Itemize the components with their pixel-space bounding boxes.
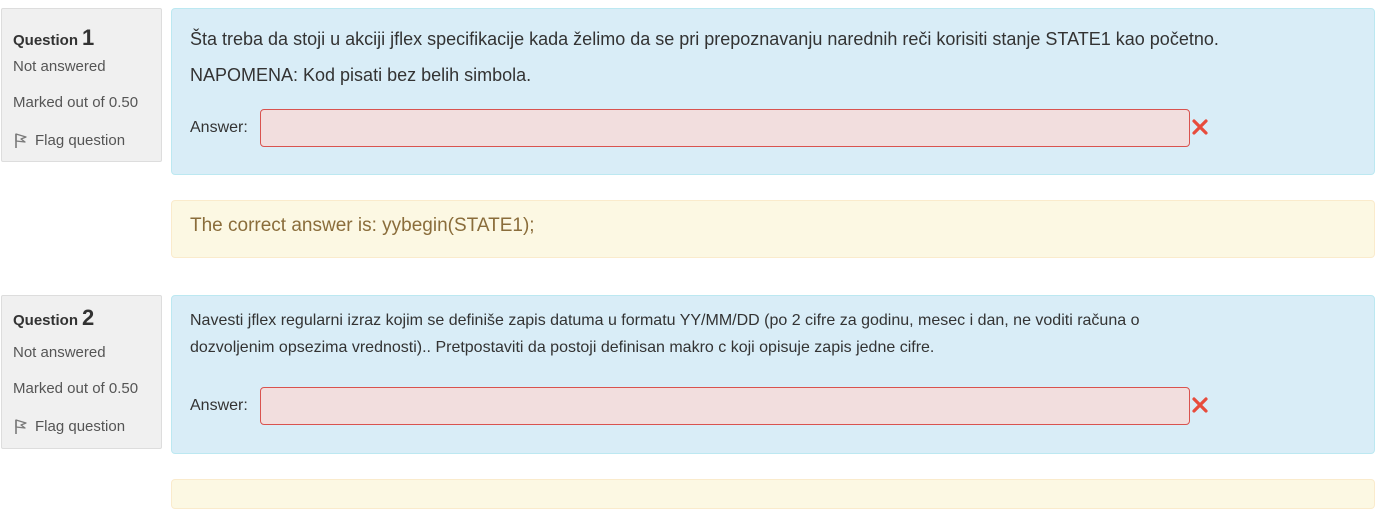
incorrect-x-icon <box>1192 119 1208 135</box>
flag-question-label: Flag question <box>35 417 126 435</box>
question-number: 1 <box>82 25 95 50</box>
question-grade: Marked out of 0.50 <box>13 380 139 397</box>
question-grade: Marked out of 0.50 <box>13 94 139 111</box>
flag-icon <box>15 419 27 434</box>
question-state: Not answered <box>13 344 106 361</box>
question-outcome-1: The correct answer is: yybegin(STATE1); <box>171 200 1375 258</box>
question-label-text: Question <box>13 32 79 49</box>
question-info-1: Question 1 Not answered Marked out of 0.5… <box>1 8 162 162</box>
incorrect-x-icon <box>1192 397 1208 413</box>
question-number: 2 <box>82 305 95 330</box>
flag-question-link[interactable]: Flag question <box>13 417 125 435</box>
answer-input[interactable] <box>260 387 1190 425</box>
answer-input[interactable] <box>260 109 1190 147</box>
question-text: Navesti jflex regularni izraz kojim se d… <box>190 307 1334 361</box>
correct-answer-text: The correct answer is: yybegin(STATE1); <box>190 215 535 236</box>
answer-label: Answer: <box>190 119 248 136</box>
question-label: Question 2 <box>13 305 94 331</box>
flag-question-link[interactable]: Flag question <box>13 131 125 149</box>
question-info-2: Question 2 Not answered Marked out of 0.5… <box>1 295 162 449</box>
question-label: Question 1 <box>13 25 94 51</box>
question-formulation-2: Navesti jflex regularni izraz kojim se d… <box>171 295 1375 454</box>
question-label-text: Question <box>13 312 79 329</box>
question-text: Šta treba da stoji u akciji jflex specif… <box>190 21 1334 93</box>
question-text-line: NAPOMENA: Kod pisati bez belih simbola. <box>190 65 532 85</box>
flag-icon <box>15 133 27 148</box>
question-outcome-2 <box>171 479 1375 509</box>
answer-label: Answer: <box>190 397 248 414</box>
question-text-line: Navesti jflex regularni izraz kojim se d… <box>190 312 1140 329</box>
question-formulation-1: Šta treba da stoji u akciji jflex specif… <box>171 8 1375 175</box>
flag-question-label: Flag question <box>35 131 126 149</box>
question-state: Not answered <box>13 58 106 75</box>
question-text-line: dozvoljenim opsezima vrednosti).. Pretpo… <box>190 339 935 356</box>
question-text-line: Šta treba da stoji u akciji jflex specif… <box>190 29 1219 49</box>
